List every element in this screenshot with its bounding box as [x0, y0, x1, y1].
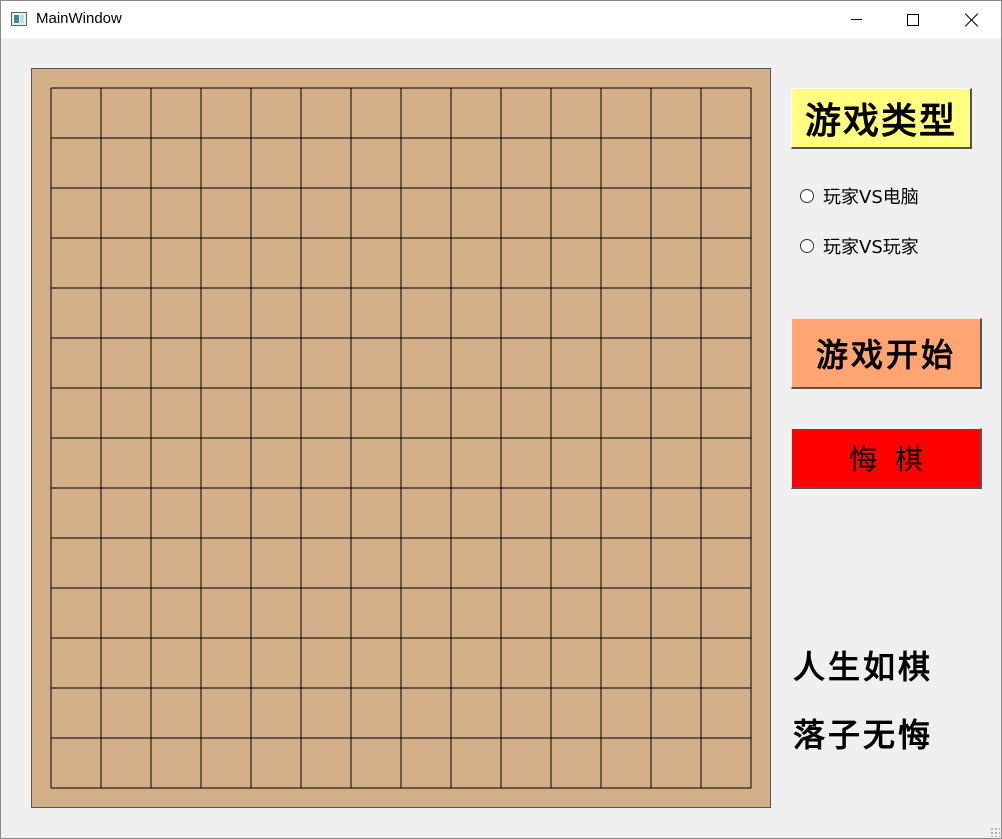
radio-circle-icon[interactable]: [800, 239, 814, 253]
mode-option-label: 玩家VS玩家: [823, 237, 919, 258]
game-board[interactable]: [31, 68, 771, 808]
board-grid: [50, 87, 752, 789]
mode-option-label: 玩家VS电脑: [823, 187, 919, 208]
radio-circle-icon[interactable]: [800, 189, 814, 203]
resize-grip-icon[interactable]: [990, 827, 1000, 837]
title-bar[interactable]: MainWindow: [1, 1, 1001, 38]
minimize-icon: [850, 19, 862, 20]
window-title: MainWindow: [36, 10, 122, 27]
close-button[interactable]: [943, 1, 1001, 38]
mode-option-pvc[interactable]: 玩家VS电脑: [800, 183, 919, 209]
close-icon: [965, 13, 979, 27]
start-game-button[interactable]: 游戏开始: [791, 318, 982, 389]
game-type-label: 游戏类型: [791, 88, 972, 149]
app-icon: [11, 12, 27, 26]
minimize-button[interactable]: [827, 1, 885, 38]
maximize-icon: [907, 13, 919, 26]
motto-line-2: 落子无悔: [793, 716, 934, 754]
motto-line-1: 人生如棋: [793, 648, 934, 686]
mode-option-pvp[interactable]: 玩家VS玩家: [800, 233, 919, 259]
undo-move-button[interactable]: 悔 棋: [791, 428, 982, 489]
maximize-button[interactable]: [884, 1, 942, 38]
